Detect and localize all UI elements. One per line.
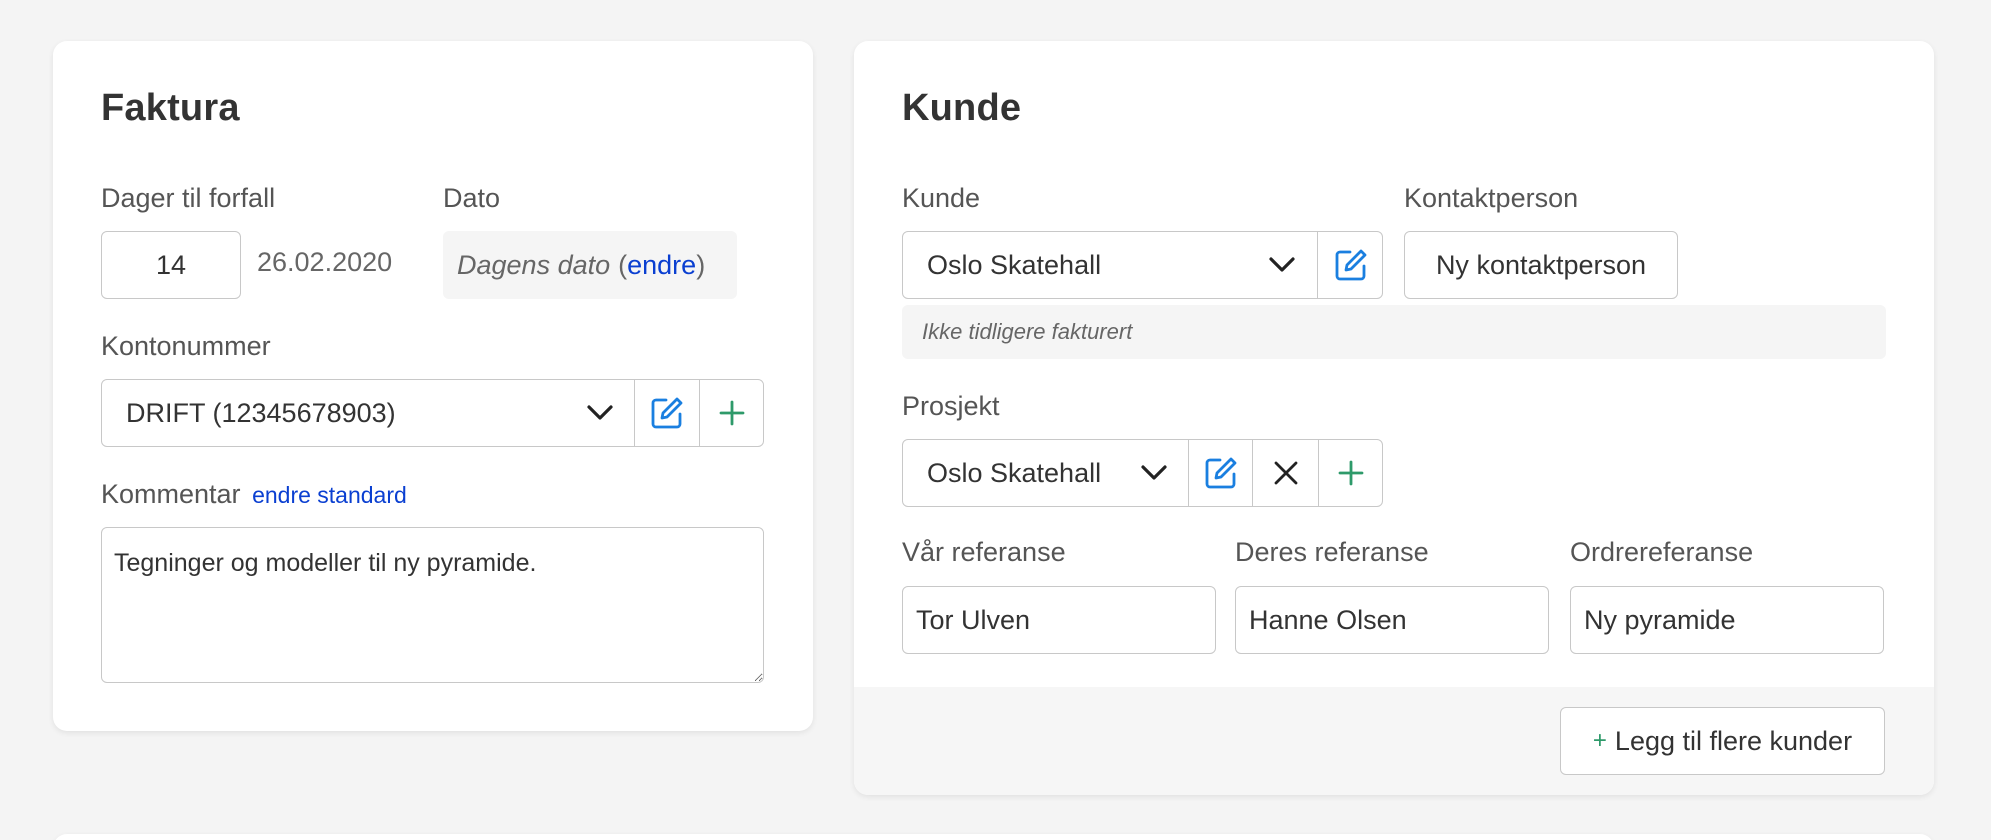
new-contact-button[interactable]: Ny kontaktperson	[1404, 231, 1678, 299]
due-days-input[interactable]: 14	[101, 231, 241, 299]
edit-icon	[651, 397, 683, 429]
customer-edit-button[interactable]	[1317, 232, 1383, 298]
project-clear-button[interactable]	[1252, 440, 1318, 506]
kunde-card: Kunde Kunde Oslo Skatehall Kontaktperson…	[854, 41, 1934, 795]
date-value-text: Dagens dato	[457, 249, 611, 280]
customer-label: Kunde	[902, 183, 981, 213]
account-select[interactable]: DRIFT (12345678903)	[101, 379, 764, 447]
kunde-footer: + Legg til flere kunder	[854, 687, 1934, 795]
kunde-title: Kunde	[902, 87, 1022, 129]
project-select[interactable]: Oslo Skatehall	[902, 439, 1383, 507]
our-ref-input[interactable]: Tor Ulven	[902, 586, 1216, 654]
date-display: Dagens dato ( endre )	[443, 231, 737, 299]
due-days-value: 14	[155, 249, 187, 280]
chevron-down-icon	[1140, 440, 1168, 506]
edit-icon	[1205, 457, 1236, 489]
account-value: DRIFT (12345678903)	[126, 397, 396, 428]
date-paren-open: (	[618, 249, 628, 280]
chevron-down-icon	[1268, 232, 1296, 298]
order-ref-input[interactable]: Ny pyramide	[1570, 586, 1884, 654]
add-more-customers-button[interactable]: + Legg til flere kunder	[1560, 707, 1885, 775]
comment-change-default-link[interactable]: endre standard	[252, 482, 407, 508]
invoice-history-note: Ikke tidligere fakturert	[902, 305, 1886, 359]
their-ref-input[interactable]: Hanne Olsen	[1235, 586, 1549, 654]
due-date: 26.02.2020	[257, 247, 393, 277]
their-ref-label: Deres referanse	[1235, 537, 1429, 567]
edit-icon	[1335, 249, 1366, 281]
our-ref-label: Vår referanse	[902, 537, 1066, 567]
due-days-label: Dager til forfall	[101, 183, 276, 213]
account-add-button[interactable]	[699, 380, 764, 446]
chevron-down-icon	[586, 380, 614, 446]
customer-select[interactable]: Oslo Skatehall	[902, 231, 1383, 299]
plus-icon	[719, 400, 745, 426]
date-paren-close: )	[696, 249, 706, 280]
account-label: Kontonummer	[101, 331, 271, 361]
plus-icon: +	[1592, 727, 1607, 754]
faktura-card: Faktura Dager til forfall 14 26.02.2020 …	[53, 41, 813, 731]
plus-icon	[1338, 460, 1364, 486]
project-add-button[interactable]	[1318, 440, 1383, 506]
project-label: Prosjekt	[902, 391, 1000, 421]
project-value: Oslo Skatehall	[927, 457, 1102, 488]
comment-label: Kommentar	[101, 479, 241, 509]
date-change-link[interactable]: endre	[627, 250, 696, 281]
next-card	[53, 834, 1934, 840]
add-more-customers-label: Legg til flere kunder	[1614, 725, 1853, 756]
contact-label: Kontaktperson	[1404, 183, 1579, 213]
account-edit-button[interactable]	[634, 380, 699, 446]
order-ref-label: Ordrereferanse	[1570, 537, 1754, 567]
close-icon	[1274, 461, 1297, 485]
project-edit-button[interactable]	[1188, 440, 1252, 506]
comment-textarea[interactable]: Tegninger og modeller til ny pyramide.	[101, 527, 764, 683]
faktura-title: Faktura	[101, 87, 240, 129]
customer-value: Oslo Skatehall	[927, 249, 1102, 280]
comment-label-row: Kommentar endre standard	[101, 479, 407, 510]
date-label: Dato	[443, 183, 501, 213]
